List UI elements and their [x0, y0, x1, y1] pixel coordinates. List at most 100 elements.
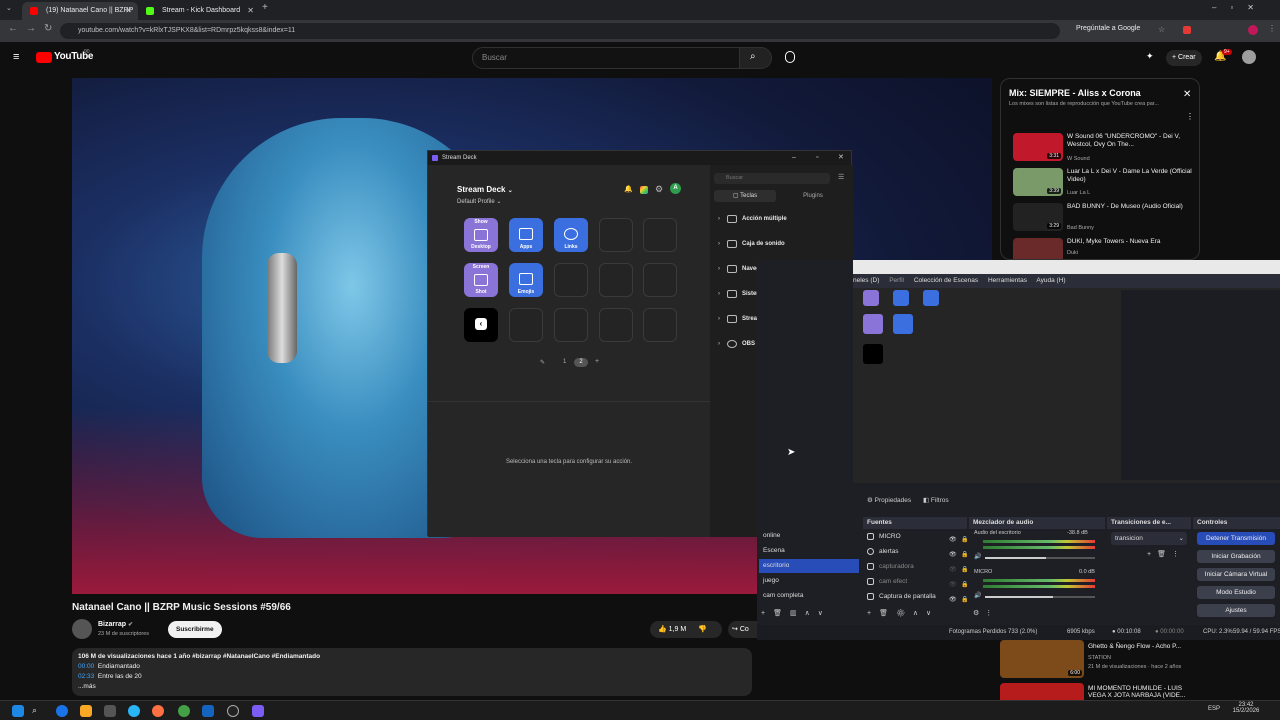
new-tab-button[interactable]: + [262, 2, 268, 13]
recommended-thumbnail[interactable] [1000, 683, 1084, 700]
scene-item[interactable]: cam completa [759, 589, 859, 603]
youtube-logo-icon[interactable] [36, 52, 52, 63]
chapter-time[interactable]: 02:33 [78, 673, 94, 680]
speaker-icon[interactable]: 🔊 [974, 592, 981, 599]
tab-plugins[interactable]: Plugins [782, 190, 844, 202]
stop-streaming-button[interactable]: Detener Transmisión [1197, 532, 1275, 545]
page-2[interactable]: 2 [574, 358, 588, 367]
firefox-icon[interactable] [152, 705, 164, 717]
empty-key[interactable] [599, 263, 633, 297]
category-soundboard[interactable]: › Caja de sonido [718, 238, 785, 250]
source-toolbar[interactable]: +🗑⚙∧∨ [867, 609, 939, 617]
edit-page-icon[interactable]: ✎ [540, 359, 545, 366]
empty-key[interactable] [554, 263, 588, 297]
source-item[interactable]: capturadora 👁 🔒 [865, 560, 968, 574]
volume-slider[interactable] [985, 596, 1095, 598]
chapter-item[interactable]: 02:33 Entre las de 20 [78, 672, 746, 682]
chapter-time[interactable]: 00:00 [78, 663, 94, 670]
empty-key[interactable] [554, 308, 588, 342]
tab-menu-icon[interactable]: ⌄ [6, 4, 12, 12]
playlist-item[interactable]: 3:39 Luar La L x Dei V - Dame La Verde (… [1013, 168, 1198, 198]
playlist-item[interactable]: DUKI, Myke Towers - Nueva Era Duki [1013, 238, 1198, 259]
channel-name[interactable]: Bizarrap ✔ [98, 621, 133, 628]
key-show-desktop[interactable]: Show Desktop [464, 218, 498, 252]
list-view-icon[interactable]: ☰ [838, 173, 844, 181]
ai-icon[interactable]: ✦ [1146, 51, 1154, 62]
chrome-menu-icon[interactable]: ⋮ [1268, 24, 1276, 33]
search-icon[interactable]: ⌕ [32, 705, 44, 717]
scene-item[interactable]: online [759, 529, 859, 543]
minimize-icon[interactable]: – [792, 151, 796, 165]
tab-keys[interactable]: ▢ Teclas [714, 190, 776, 202]
edge-icon[interactable] [56, 705, 68, 717]
settings-button[interactable]: Ajustes [1197, 604, 1275, 617]
url-input[interactable]: youtube.com/watch?v=kRlxTJSPKX8&list=RDm… [60, 23, 1060, 39]
settings-gear-icon[interactable]: ⚙ [655, 184, 663, 195]
properties-tab[interactable]: ⚙ Propiedades [867, 497, 911, 504]
search-button[interactable]: ⌕ [740, 47, 772, 69]
key-emojis[interactable]: Emojis [509, 263, 543, 297]
reload-icon[interactable]: ↻ [44, 23, 52, 34]
close-tab-icon[interactable]: ✕ [125, 2, 132, 20]
key-back[interactable]: ‹ [464, 308, 498, 342]
empty-key[interactable] [643, 218, 677, 252]
start-virtual-camera-button[interactable]: Iniciar Cámara Virtual [1197, 568, 1275, 581]
close-tab-icon[interactable]: ✕ [247, 2, 254, 20]
lock-icon[interactable]: 🔒 [961, 593, 968, 607]
scene-toolbar[interactable]: +🗑▥∧∨ [761, 609, 831, 617]
store-icon[interactable] [104, 705, 116, 717]
empty-key[interactable] [599, 218, 633, 252]
marketplace-icon[interactable] [640, 186, 648, 194]
menu-item[interactable]: Colección de Escenas [914, 277, 978, 284]
file-explorer-icon[interactable] [80, 705, 92, 717]
show-more-link[interactable]: ...más [78, 682, 746, 692]
source-item[interactable]: alertas 👁 🔒 [865, 545, 968, 559]
start-recording-button[interactable]: Iniciar Grabación [1197, 550, 1275, 563]
mixer-toolbar[interactable]: ⚙⋮ [973, 609, 998, 617]
transition-toolbar[interactable]: +🗑⋮ [1147, 550, 1185, 558]
obs-taskbar-icon[interactable] [227, 705, 239, 717]
close-icon[interactable]: ✕ [838, 151, 844, 165]
tab-kick[interactable]: Stream - Kick Dashboard ✕ [138, 2, 260, 20]
account-avatar[interactable]: A [670, 183, 681, 194]
share-button[interactable]: ↪ Co [728, 621, 758, 638]
add-page-icon[interactable]: + [595, 358, 599, 365]
bell-icon[interactable]: 🔔 [624, 185, 633, 193]
recommended-title[interactable]: MI MOMENTO HUMILDE - LUIS VEGA X JOTA NA… [1088, 685, 1198, 700]
windows-start-icon[interactable] [12, 705, 24, 717]
playlist-more-icon[interactable]: ⋮ [1186, 112, 1194, 121]
profile-selector[interactable]: Default Profile ⌄ [457, 198, 501, 205]
eye-icon[interactable]: 👁 [949, 593, 957, 607]
maximize-icon[interactable]: ▫ [816, 151, 818, 165]
like-button[interactable]: 👍 1,9 M 👎 [650, 621, 722, 638]
mail-icon[interactable] [128, 705, 140, 717]
source-item[interactable]: cam efect 👁 🔒 [865, 575, 968, 589]
subscribe-button[interactable]: Suscribirme [168, 621, 222, 638]
speaker-icon[interactable]: 🔊 [974, 553, 981, 560]
empty-key[interactable] [599, 308, 633, 342]
forward-icon[interactable]: → [26, 23, 36, 34]
menu-item[interactable]: Perfil [889, 277, 904, 284]
chapter-item[interactable]: 00:00 Endiamantado [78, 662, 746, 672]
extension-icon[interactable] [1183, 26, 1191, 34]
bookmark-star-icon[interactable]: ☆ [1158, 25, 1165, 34]
transition-select[interactable]: transicion ⌄ [1111, 532, 1187, 545]
obs-preview-canvas[interactable] [853, 288, 1280, 483]
dislike-icon[interactable]: 👎 [698, 626, 707, 633]
empty-key[interactable] [643, 308, 677, 342]
scene-item-selected[interactable]: escritorio [759, 559, 859, 573]
menu-item[interactable]: neles (D) [853, 277, 879, 284]
key-links[interactable]: Links [554, 218, 588, 252]
actions-search-input[interactable]: Buscar [714, 173, 830, 184]
channel-avatar[interactable] [72, 619, 92, 639]
account-avatar[interactable] [1242, 50, 1256, 64]
ask-google-button[interactable]: Pregúntale a Google [1076, 25, 1140, 32]
chrome-icon[interactable] [178, 705, 190, 717]
scene-item[interactable]: juego [759, 574, 859, 588]
source-item[interactable]: Captura de pantalla 👁 🔒 [865, 590, 968, 607]
clock[interactable]: 23:42 15/2/2026 [1228, 702, 1264, 714]
key-screenshot[interactable]: Screen Shot [464, 263, 498, 297]
recommended-thumbnail[interactable]: 6:00 [1000, 640, 1084, 678]
studio-mode-button[interactable]: Modo Estudio [1197, 586, 1275, 599]
playlist-item[interactable]: 3:31 W Sound 06 "UNDERCROMO" - Dei V, We… [1013, 133, 1198, 163]
